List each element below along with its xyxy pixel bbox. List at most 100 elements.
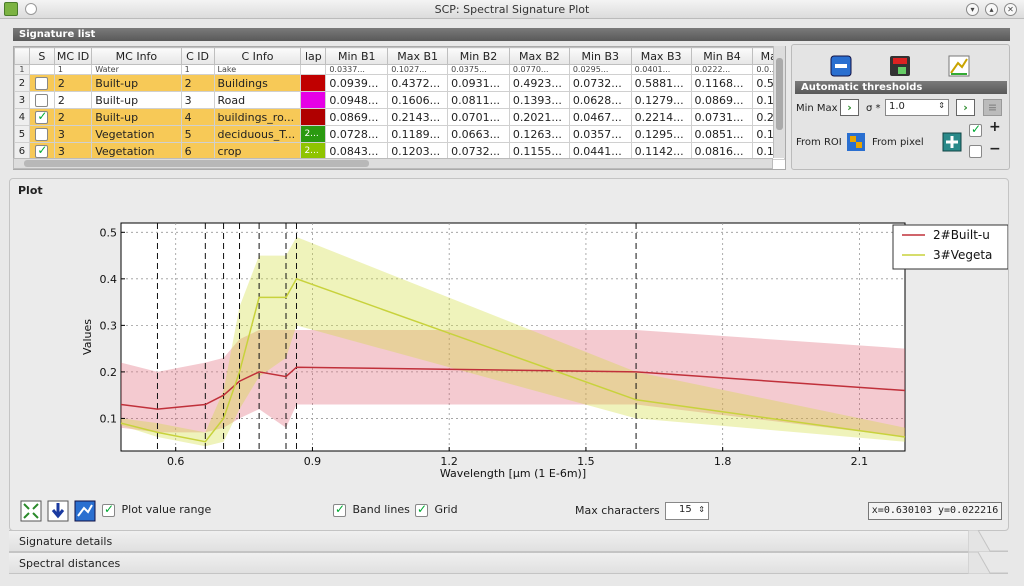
value-cell[interactable]: 0.1606...: [387, 91, 449, 109]
c-id-cell[interactable]: 5: [180, 125, 215, 143]
column-header[interactable]: Max B1: [387, 47, 449, 65]
c-id-cell[interactable]: 6: [180, 142, 215, 160]
select-cell[interactable]: [28, 74, 55, 92]
grid-checkbox[interactable]: [415, 502, 428, 517]
min-max-apply-button[interactable]: ›: [840, 99, 859, 116]
minimize-button[interactable]: ▾: [966, 3, 979, 16]
c-info-cell[interactable]: Buildings: [213, 74, 302, 92]
value-cell[interactable]: 0.0222...: [690, 64, 754, 75]
spectral-plot[interactable]: 0.6 0.9 1.2 1.5 1.8 2.10.10.20.30.40.5 Wavele…: [13, 205, 1008, 495]
value-cell[interactable]: 0.0731...: [690, 108, 754, 126]
value-cell[interactable]: 0.1263...: [508, 125, 570, 143]
color-cell[interactable]: [300, 91, 327, 109]
column-header[interactable]: lap: [300, 47, 327, 65]
value-cell[interactable]: 0.0770...: [508, 64, 570, 75]
value-cell[interactable]: 0.0357...: [568, 125, 632, 143]
select-cell[interactable]: [28, 108, 55, 126]
vertical-scroll-thumb[interactable]: [776, 58, 783, 130]
mc-id-cell[interactable]: 3: [53, 142, 93, 160]
remove-signature-icon[interactable]: [830, 55, 852, 77]
value-cell[interactable]: 0.5881...: [630, 74, 692, 92]
signature-table[interactable]: S MC ID MC Info C ID C Info lap Min B1 Max B1 Mi…: [13, 46, 786, 170]
color-cell[interactable]: 2...: [300, 142, 327, 160]
c-info-cell[interactable]: buildings_ro...: [213, 108, 302, 126]
spectral-distances-tab[interactable]: Spectral distances: [9, 552, 969, 574]
value-cell[interactable]: 0.4923...: [508, 74, 570, 92]
from-roi-icon[interactable]: [846, 132, 866, 152]
color-cell[interactable]: [300, 64, 327, 75]
column-header[interactable]: Min B4: [690, 47, 754, 65]
mc-id-cell[interactable]: 2: [53, 91, 93, 109]
minus-icon[interactable]: −: [989, 141, 1001, 157]
value-cell[interactable]: 0.4372...: [387, 74, 449, 92]
signature-checkbox[interactable]: [35, 110, 49, 124]
c-id-cell[interactable]: 3: [180, 91, 215, 109]
value-cell[interactable]: 0.0843...: [325, 142, 389, 160]
value-cell[interactable]: 0.0628...: [568, 91, 632, 109]
value-cell[interactable]: 0.0728...: [325, 125, 389, 143]
value-cell[interactable]: 0.1027...: [387, 64, 449, 75]
row-number[interactable]: 2: [14, 74, 30, 92]
mc-id-cell[interactable]: 1: [53, 64, 93, 75]
value-cell[interactable]: 0.1189...: [387, 125, 449, 143]
c-info-cell[interactable]: deciduous_T...: [213, 125, 302, 143]
value-cell[interactable]: 0.0701...: [447, 108, 510, 126]
c-id-cell[interactable]: 4: [180, 108, 215, 126]
export-signature-icon[interactable]: [889, 55, 911, 77]
value-cell[interactable]: 0.2143...: [387, 108, 449, 126]
row-number[interactable]: 4: [14, 108, 30, 126]
value-cell[interactable]: 0.0851...: [690, 125, 754, 143]
table-row[interactable]: 3 2 Built-up 3 Road 0.0948... 0.1606... 0.0811.…: [14, 91, 785, 109]
c-id-cell[interactable]: 1: [180, 64, 215, 75]
c-info-cell[interactable]: Road: [213, 91, 302, 109]
table-row[interactable]: 42Built-up4buildings_ro...0.0869...0.214…: [14, 108, 785, 126]
row-number[interactable]: 5: [14, 125, 30, 143]
plot-value-range-checkbox[interactable]: [102, 502, 115, 517]
plus-icon[interactable]: +: [989, 119, 1001, 135]
column-header[interactable]: MC Info: [91, 47, 182, 65]
column-header[interactable]: Min B1: [325, 47, 389, 65]
value-cell[interactable]: 0.0467...: [568, 108, 632, 126]
value-cell[interactable]: 0.0811...: [447, 91, 510, 109]
plot-settings-icon[interactable]: [74, 500, 96, 522]
column-header[interactable]: Max B2: [508, 47, 570, 65]
add-to-spectral-plot-icon[interactable]: [948, 55, 970, 77]
table-row[interactable]: 2 2 Built-up 2 Buildings 0.0939... 0.4372... 0.…: [14, 74, 785, 92]
mc-info-cell[interactable]: Built-up: [91, 91, 182, 109]
value-cell[interactable]: 0.1203...: [387, 142, 449, 160]
close-button[interactable]: ✕: [1004, 3, 1017, 16]
c-id-cell[interactable]: 2: [180, 74, 215, 92]
mc-id-cell[interactable]: 3: [53, 125, 93, 143]
value-cell[interactable]: 0.0441...: [568, 142, 632, 160]
mc-info-cell[interactable]: Built-up: [91, 74, 182, 92]
column-header[interactable]: Min B2: [447, 47, 510, 65]
spin-arrows-icon[interactable]: ⇕: [938, 101, 945, 110]
value-cell[interactable]: 0.1295...: [630, 125, 692, 143]
column-header[interactable]: Min B3: [568, 47, 632, 65]
column-header[interactable]: C Info: [213, 47, 302, 65]
value-cell[interactable]: 0.0732...: [447, 142, 510, 160]
reset-thresholds-button[interactable]: ≡: [983, 99, 1002, 116]
value-cell[interactable]: 0.2214...: [630, 108, 692, 126]
add-pixel-icon[interactable]: [942, 132, 962, 152]
value-cell[interactable]: 0.0401...: [630, 64, 692, 75]
mc-info-cell[interactable]: Vegetation: [91, 125, 182, 143]
mc-id-cell[interactable]: 2: [53, 74, 93, 92]
plot-value-range-toggle[interactable]: Plot value range: [102, 502, 211, 517]
maximize-button[interactable]: ▴: [985, 3, 998, 16]
c-info-cell[interactable]: crop: [213, 142, 302, 160]
value-cell[interactable]: 0.0375...: [447, 64, 510, 75]
table-row[interactable]: 1 1 Water 1 Lake 0.0337... 0.1027... 0.0375... 0…: [14, 64, 785, 75]
row-number[interactable]: 1: [14, 64, 30, 75]
from-roi-checkbox[interactable]: [969, 122, 982, 137]
color-cell[interactable]: [300, 74, 327, 92]
select-cell[interactable]: [28, 125, 55, 143]
value-cell[interactable]: 0.1142...: [630, 142, 692, 160]
sigma-apply-button[interactable]: ›: [956, 99, 975, 116]
row-number[interactable]: 6: [14, 142, 30, 160]
sigma-spinbox[interactable]: 1.0 ⇕: [885, 99, 949, 116]
spin-arrows-icon[interactable]: ⇕: [698, 505, 705, 514]
mc-info-cell[interactable]: Vegetation: [91, 142, 182, 160]
mc-id-cell[interactable]: 2: [53, 108, 93, 126]
value-cell[interactable]: 0.0337...: [325, 64, 389, 75]
